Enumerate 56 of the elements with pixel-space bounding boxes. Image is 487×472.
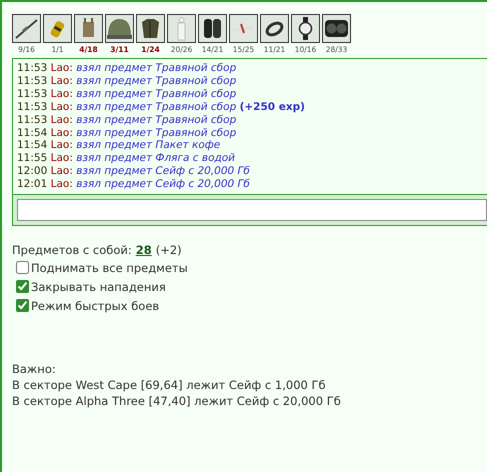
player-name: Lao: (50, 178, 73, 190)
player-name: Lao: (50, 114, 73, 126)
log-time: 11:55 (17, 152, 48, 164)
item-slot[interactable] (322, 14, 351, 43)
player-name: Lao: (50, 62, 73, 74)
item-slot[interactable] (291, 14, 320, 43)
log-action: взял предмет Травяной сбор (76, 62, 236, 74)
log-action: взял предмет Травяной сбор (76, 88, 236, 100)
notice-title: Важно: (12, 361, 57, 377)
player-name: Lao: (50, 152, 73, 164)
option-label: Режим быстрых боев (31, 298, 160, 312)
option-checkbox[interactable] (16, 299, 29, 312)
item-slot[interactable] (136, 14, 165, 43)
option-checkbox[interactable] (16, 261, 29, 274)
log-action: взял предмет Травяной сбор (76, 74, 236, 87)
log-time: 11:53 (17, 88, 48, 100)
log-time: 11:53 (17, 100, 48, 113)
player-name: Lao: (50, 88, 73, 100)
log-time: 11:53 (17, 114, 48, 126)
log-action: взял предмет Сейф с 20,000 Гб (76, 178, 250, 190)
log-time: 12:00 (17, 165, 48, 178)
item-slot[interactable] (43, 14, 72, 43)
exp-bonus: (+250 exp) (240, 100, 305, 113)
player-name: Lao: (50, 165, 73, 178)
notice-line: В секторе Alpha Three [47,40] лежит Сейф с 20,000 Гб (12, 393, 342, 409)
log-action: взял предмет Травяной сбор (76, 126, 236, 139)
notice-line: В секторе West Cape [69,64] лежит Сейф с 1,000 Гб (12, 377, 327, 393)
item-slot[interactable] (229, 14, 258, 43)
helmet-icon (107, 16, 132, 41)
item-slot[interactable] (198, 14, 227, 43)
player-name: Lao: (50, 139, 73, 152)
item-slot[interactable] (74, 14, 103, 43)
log-action: взял предмет Сейф с 20,000 Гб (76, 165, 250, 178)
player-name: Lao: (50, 74, 73, 87)
log-action: взял предмет Фляга с водой (76, 152, 236, 164)
item-slot[interactable] (167, 14, 196, 43)
log-time: 11:54 (17, 126, 48, 139)
option-label: Закрывать нападения (31, 280, 166, 294)
player-name: Lao: (50, 100, 73, 113)
log-time: 11:54 (17, 139, 48, 152)
items-extra: (+2) (156, 242, 182, 258)
log-time: 12:01 (17, 178, 48, 190)
log-action: взял предмет Травяной сбор (76, 114, 236, 126)
item-slot[interactable] (105, 14, 134, 43)
option-checkbox[interactable] (16, 280, 29, 293)
log-action: взял предмет Травяной сбор (76, 100, 236, 113)
log-action: взял предмет Пакет кофе (76, 139, 220, 152)
items-count-link[interactable]: 28 (136, 242, 152, 258)
option-label: Поднимать все предметы (31, 260, 188, 274)
chat-input[interactable] (17, 199, 487, 221)
item-slot[interactable] (12, 14, 41, 43)
log-time: 11:53 (17, 74, 48, 87)
player-name: Lao: (50, 126, 73, 139)
log-time: 11:53 (17, 62, 48, 74)
item-slot[interactable] (260, 14, 289, 43)
items-carried-label: Предметов с собой: (12, 242, 132, 258)
